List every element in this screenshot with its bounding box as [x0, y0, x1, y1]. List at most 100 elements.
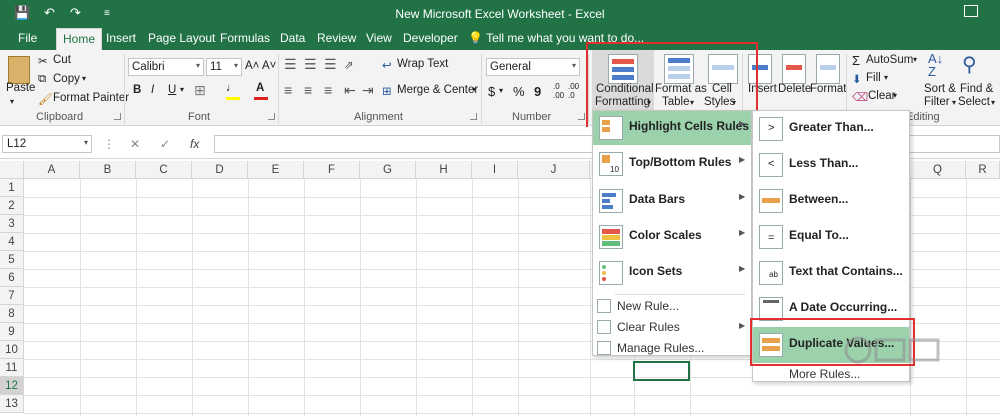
comma-button[interactable]: 9 [534, 84, 541, 99]
select-all-corner[interactable] [0, 161, 24, 179]
format-cells-icon[interactable] [816, 54, 840, 84]
increase-decimal-icon[interactable]: .0.00 [553, 82, 564, 100]
decrease-font-icon[interactable]: A˅ [262, 60, 276, 72]
row-header[interactable]: 10 [0, 341, 24, 359]
submenu-item-between[interactable]: Between... [753, 183, 909, 219]
menu-item-icon-sets[interactable]: Icon Sets ▶ [593, 256, 751, 290]
borders-icon[interactable]: ⊞ [194, 82, 206, 99]
copy-dropdown-icon[interactable]: ▾ [82, 74, 86, 83]
font-name-combo[interactable]: Calibri ▾ [128, 58, 204, 76]
currency-button[interactable]: $ [488, 84, 495, 99]
active-cell[interactable] [633, 361, 690, 381]
row-header[interactable]: 4 [0, 233, 24, 251]
column-header[interactable]: C [136, 161, 192, 179]
bottom-align-icon[interactable]: ☰ [324, 56, 337, 73]
row-header[interactable]: 3 [0, 215, 24, 233]
cut-button[interactable]: Cut [53, 54, 71, 66]
percent-button[interactable]: % [513, 84, 525, 99]
column-header[interactable]: F [304, 161, 360, 179]
number-launcher-icon[interactable] [578, 113, 585, 120]
submenu-item-less-than[interactable]: < Less Than... [753, 147, 909, 183]
row-header[interactable]: 5 [0, 251, 24, 269]
column-header[interactable]: D [192, 161, 248, 179]
tab-page-layout[interactable]: Page Layout [148, 31, 215, 45]
column-header[interactable]: J [518, 161, 590, 179]
underline-button[interactable]: U [168, 84, 176, 96]
font-size-combo[interactable]: 11 ▾ [206, 58, 242, 76]
find-select-line2[interactable]: Select [958, 96, 990, 108]
tab-review[interactable]: Review [317, 31, 356, 45]
menu-item-color-scales[interactable]: Color Scales ▶ [593, 220, 751, 254]
tab-insert[interactable]: Insert [106, 31, 136, 45]
merge-center-button[interactable]: Merge & Center [397, 84, 478, 96]
column-header[interactable]: E [248, 161, 304, 179]
ribbon-display-options-icon[interactable] [964, 5, 978, 17]
paste-dropdown-icon[interactable]: ▾ [10, 97, 14, 106]
tab-data[interactable]: Data [280, 31, 305, 45]
menu-item-data-bars[interactable]: Data Bars ▶ [593, 184, 751, 218]
column-header[interactable]: A [24, 161, 80, 179]
column-header[interactable]: H [416, 161, 472, 179]
row-header[interactable]: 6 [0, 269, 24, 287]
increase-indent-icon[interactable]: ⇥ [362, 82, 374, 99]
insert-function-icon[interactable]: fx [190, 137, 199, 151]
column-header[interactable]: Q [910, 161, 966, 179]
column-header[interactable]: G [360, 161, 416, 179]
submenu-item-equal-to[interactable]: = Equal To... [753, 219, 909, 255]
autosum-button[interactable]: AutoSum [866, 54, 913, 66]
increase-font-icon[interactable]: A˄ [245, 60, 259, 72]
fill-dropdown-icon[interactable]: ▾ [884, 73, 888, 82]
menu-item-highlight-cells-rules[interactable]: Highlight Cells Rules ▶ [593, 111, 751, 145]
tab-file[interactable]: File [18, 31, 37, 45]
font-launcher-icon[interactable] [268, 113, 275, 120]
format-button[interactable]: Format [810, 83, 846, 95]
menu-item-new-rule[interactable]: New Rule... [593, 295, 751, 316]
decrease-indent-icon[interactable]: ⇤ [344, 82, 356, 99]
align-center-icon[interactable]: ≡ [304, 82, 312, 98]
row-header[interactable]: 7 [0, 287, 24, 305]
row-header[interactable]: 2 [0, 197, 24, 215]
menu-item-manage-rules[interactable]: Manage Rules... [593, 337, 751, 358]
middle-align-icon[interactable]: ☰ [304, 56, 317, 73]
row-header[interactable]: 13 [0, 395, 24, 413]
column-header[interactable]: R [966, 161, 1000, 179]
enter-icon[interactable]: ✓ [160, 137, 170, 151]
underline-dropdown-icon[interactable]: ▾ [180, 85, 184, 94]
submenu-item-greater-than[interactable]: > Greater Than... [753, 111, 909, 147]
italic-button[interactable]: I [151, 84, 154, 96]
paste-icon[interactable] [8, 56, 30, 84]
row-header[interactable]: 11 [0, 359, 24, 377]
fill-color-icon[interactable]: ♩ [226, 82, 238, 94]
decrease-decimal-icon[interactable]: .00.0 [568, 82, 579, 100]
column-header[interactable]: I [472, 161, 518, 179]
row-header[interactable]: 1 [0, 179, 24, 197]
bold-button[interactable]: B [133, 84, 141, 96]
name-box[interactable]: L12 ▾ [2, 135, 92, 153]
clipboard-launcher-icon[interactable] [114, 113, 121, 120]
menu-item-top-bottom-rules[interactable]: 10 Top/Bottom Rules ▶ [593, 147, 751, 181]
copy-button[interactable]: Copy [53, 73, 80, 85]
column-header[interactable]: B [80, 161, 136, 179]
top-align-icon[interactable]: ☰ [284, 56, 297, 73]
tab-view[interactable]: View [366, 31, 392, 45]
fill-button[interactable]: Fill [866, 72, 881, 84]
clear-button[interactable]: Clear [868, 90, 895, 102]
alignment-launcher-icon[interactable] [470, 113, 477, 120]
number-format-combo[interactable]: General ▾ [486, 58, 580, 76]
tab-developer[interactable]: Developer [403, 31, 458, 45]
menu-item-clear-rules[interactable]: Clear Rules ▶ [593, 316, 751, 337]
autosum-dropdown-icon[interactable]: ▾ [913, 55, 917, 64]
row-header[interactable]: 8 [0, 305, 24, 323]
paste-label[interactable]: Paste [6, 82, 35, 94]
format-painter-button[interactable]: Format Painter [53, 92, 129, 104]
submenu-item-text-contains[interactable]: ab Text that Contains... [753, 255, 909, 291]
tab-home[interactable]: Home [56, 28, 103, 50]
merge-dropdown-icon[interactable]: ▾ [472, 85, 476, 94]
row-header[interactable]: 9 [0, 323, 24, 341]
currency-dropdown-icon[interactable]: ▾ [499, 86, 503, 95]
delete-button[interactable]: Delete [778, 83, 811, 95]
row-header-selected[interactable]: 12 [0, 377, 24, 395]
orientation-icon[interactable]: ⇗ [344, 58, 354, 72]
wrap-text-button[interactable]: Wrap Text [397, 58, 448, 70]
cancel-icon[interactable]: ✕ [130, 137, 140, 151]
